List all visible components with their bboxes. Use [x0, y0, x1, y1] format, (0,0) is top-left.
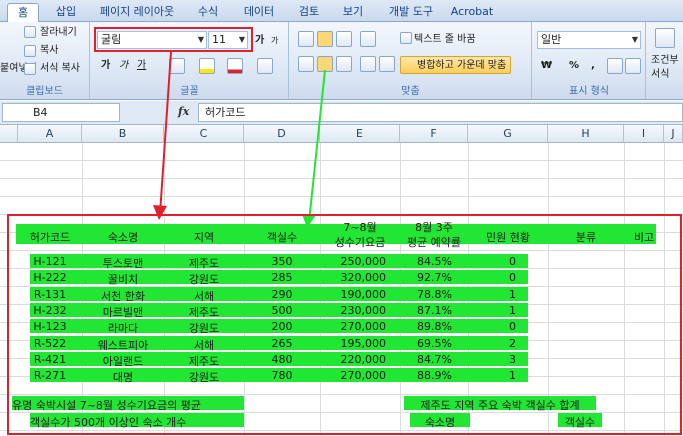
- green-arrow: [308, 69, 326, 223]
- table-highlight-frame: [7, 214, 682, 435]
- red-arrow: [159, 51, 172, 215]
